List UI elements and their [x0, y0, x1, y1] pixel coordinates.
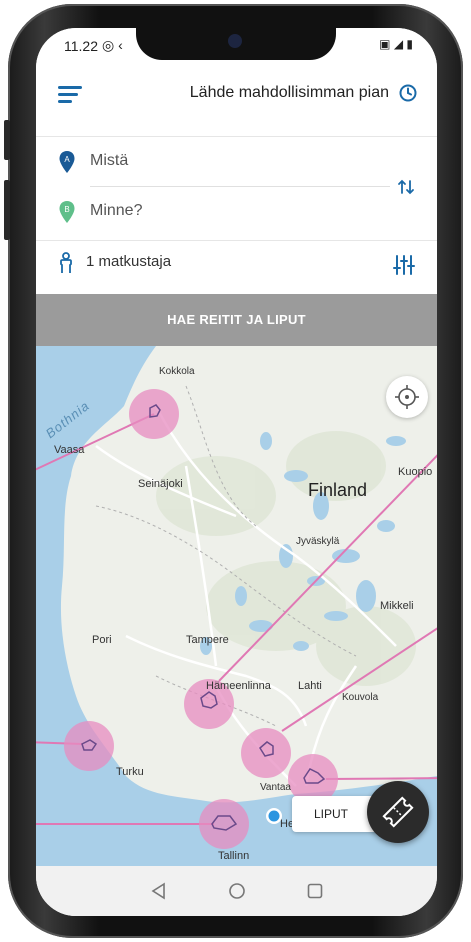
traveller-selector[interactable]: 1 matkustaja [58, 250, 418, 280]
pin-a-icon: A [59, 151, 75, 173]
volume-button [4, 120, 10, 160]
filter-icon[interactable] [393, 254, 415, 276]
android-nav-bar [36, 866, 437, 916]
status-bar: 11.22 ◎ ‹ ▣ ◢ ▮ [36, 28, 437, 66]
map-label-tallinn: Tallinn [218, 850, 250, 862]
map-label-kouvola: Kouvola [342, 692, 379, 703]
traveller-count: 1 matkustaja [86, 253, 172, 270]
map-label-turku: Turku [116, 766, 144, 778]
map-label-kokkola: Kokkola [159, 366, 195, 377]
map-label-tampere: Tampere [186, 634, 229, 646]
map-label-pori: Pori [92, 634, 112, 646]
region-highlight-kokkola[interactable] [129, 389, 179, 439]
map-label-mikkeli: Mikkeli [380, 600, 414, 612]
destination-field[interactable]: B Minne? [58, 196, 388, 236]
tickets-fab[interactable] [367, 781, 429, 843]
person-icon [60, 252, 72, 273]
map-label-kuopio: Kuopio [398, 466, 433, 478]
app-header: Lähde mahdollisimman pian [36, 66, 437, 122]
origin-field[interactable]: A Mistä [58, 146, 388, 186]
camera-icon [228, 34, 242, 48]
map-label-hameenlinna: Hämeenlinna [206, 680, 271, 692]
pin-b-icon: B [59, 201, 75, 223]
status-notification-icons: ◎ ‹ [102, 37, 123, 53]
volume-button-lower [4, 180, 10, 240]
divider [36, 240, 437, 241]
region-highlight-lahti[interactable] [241, 728, 291, 778]
map-label-vantaa: Vantaa [260, 782, 291, 793]
swap-icon[interactable] [397, 178, 415, 196]
divider [36, 136, 437, 137]
pin-b-letter: B [64, 205, 69, 214]
locate-me-button[interactable] [386, 376, 428, 418]
field-divider [90, 186, 390, 187]
pin-a-letter: A [64, 155, 70, 164]
departure-time-selector[interactable]: Lähde mahdollisimman pian [190, 84, 389, 102]
destination-input[interactable]: Minne? [90, 202, 142, 220]
locate-icon [395, 385, 419, 409]
origin-input[interactable]: Mistä [90, 152, 128, 170]
status-system-icons: ▣ ◢ ▮ [379, 37, 413, 51]
map-label-lahti: Lahti [298, 680, 322, 692]
region-highlight-helsinki[interactable] [199, 799, 249, 849]
screen: 11.22 ◎ ‹ ▣ ◢ ▮ Lähde mahdollisimman pia… [36, 28, 437, 916]
home-nav-icon[interactable] [226, 880, 248, 902]
hamburger-icon[interactable] [58, 86, 82, 103]
map-label-vaasa: Vaasa [54, 444, 85, 456]
recents-nav-icon[interactable] [304, 880, 326, 902]
status-time: 11.22 [64, 38, 98, 54]
region-highlight-turku[interactable] [64, 721, 114, 771]
camera-notch [136, 28, 336, 60]
clock-icon[interactable] [399, 84, 417, 102]
search-routes-button[interactable]: HAE REITIT JA LIPUT [36, 294, 437, 346]
map-label-seinajoki: Seinäjoki [138, 478, 183, 490]
map-label-jyvaskyla: Jyväskylä [296, 536, 340, 547]
ticket-icon [382, 796, 414, 828]
back-nav-icon[interactable] [148, 880, 170, 902]
map-label-finland: Finland [308, 480, 368, 500]
